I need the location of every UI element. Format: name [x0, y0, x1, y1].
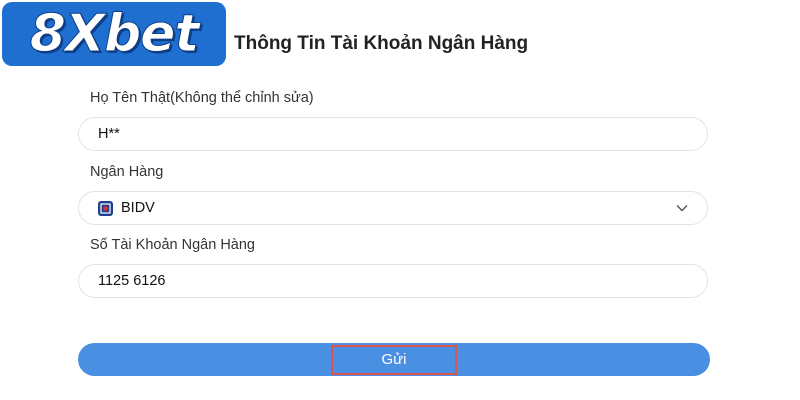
- account-number-label: Số Tài Khoản Ngân Hàng: [90, 237, 255, 253]
- brand-logo: 8Xbet: [2, 2, 226, 66]
- full-name-value: H**: [98, 126, 120, 142]
- bidv-bank-icon: [98, 200, 113, 216]
- account-number-field[interactable]: 1125 6126: [78, 264, 708, 298]
- submit-bar[interactable]: Gửi: [78, 343, 710, 376]
- full-name-label: Họ Tên Thật(Không thể chỉnh sửa): [90, 90, 314, 106]
- bank-selected-value: BIDV: [121, 200, 155, 216]
- page-title: Thông Tin Tài Khoản Ngân Hàng: [234, 33, 529, 54]
- logo-text: 8Xbet: [29, 4, 200, 64]
- bank-select[interactable]: BIDV: [78, 191, 708, 225]
- submit-button[interactable]: Gửi: [331, 344, 457, 375]
- chevron-down-icon[interactable]: [675, 201, 689, 215]
- bank-label: Ngân Hàng: [90, 164, 164, 180]
- full-name-field: H**: [78, 117, 708, 151]
- account-number-value: 1125 6126: [98, 273, 166, 289]
